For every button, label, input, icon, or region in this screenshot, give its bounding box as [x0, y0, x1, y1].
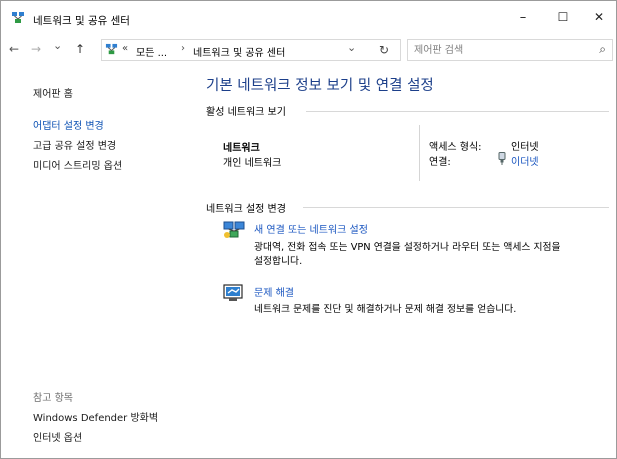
address-network-icon	[105, 43, 118, 56]
page-title: 기본 네트워크 정보 보기 및 연결 설정	[206, 78, 434, 94]
minimize-icon: –	[519, 9, 527, 25]
media-streaming-options-link[interactable]: 미디어 스트리밍 옵션	[33, 157, 122, 172]
windows-defender-firewall-link[interactable]: Windows Defender 방화벽	[33, 409, 158, 424]
maximize-button[interactable]: ☐	[545, 1, 581, 33]
see-also-heading: 참고 항목	[33, 393, 73, 404]
ethernet-connection-link[interactable]: 이더넷	[511, 153, 539, 168]
search-input[interactable]	[414, 42, 584, 58]
close-button[interactable]: ✕	[581, 1, 616, 33]
network-name: 네트워크	[223, 143, 260, 154]
active-networks-heading: 활성 네트워크 보기	[206, 107, 286, 118]
active-networks-divider	[306, 111, 609, 112]
close-icon: ✕	[593, 10, 605, 24]
connections-label: 연결:	[429, 157, 451, 168]
minimize-button[interactable]: –	[505, 1, 541, 33]
change-settings-heading: 네트워크 설정 변경	[206, 204, 286, 215]
network-type: 개인 네트워크	[223, 158, 282, 169]
setup-new-connection-link[interactable]: 새 연결 또는 네트워크 설정	[254, 221, 368, 236]
recent-locations-chevron-icon[interactable]: ⌄	[53, 39, 62, 52]
breadcrumb-overflow-icon[interactable]: «	[122, 43, 128, 54]
internet-options-link[interactable]: 인터넷 옵션	[33, 429, 82, 444]
back-arrow-icon[interactable]: ←	[9, 42, 19, 56]
change-adapter-settings-link[interactable]: 어댑터 설정 변경	[33, 117, 104, 132]
left-pane: 제어판 홈 어댑터 설정 변경 고급 공유 설정 변경 미디어 스트리밍 옵션 …	[1, 65, 191, 458]
network-info-separator	[419, 125, 420, 181]
breadcrumb-current[interactable]: 네트워크 및 공유 센터	[193, 44, 285, 59]
refresh-icon[interactable]: ↻	[379, 43, 389, 57]
troubleshoot-icon	[223, 284, 243, 302]
up-arrow-icon[interactable]: ↑	[75, 42, 85, 56]
search-icon[interactable]: ⌕	[599, 42, 606, 57]
breadcrumb-all-items[interactable]: 모든 ...	[136, 44, 167, 59]
access-type-value: 인터넷	[511, 142, 539, 153]
window: 네트워크 및 공유 센터 – ☐ ✕ ← → ⌄ ↑ « 모든 ... › 네트…	[0, 0, 617, 459]
troubleshoot-description: 네트워크 문제를 진단 및 해결하거나 문제 해결 정보를 얻습니다.	[254, 304, 517, 315]
setup-new-connection-description-line2: 설정합니다.	[254, 256, 303, 267]
change-settings-divider	[303, 207, 609, 208]
breadcrumb-separator-icon: ›	[181, 43, 185, 54]
setup-new-connection-description-line1: 광대역, 전화 접속 또는 VPN 연결을 설정하거나 라우터 또는 액세스 지…	[254, 242, 561, 253]
title-bar: 네트워크 및 공유 센터 – ☐ ✕	[1, 1, 616, 37]
address-dropdown-icon[interactable]: ⌄	[347, 41, 356, 54]
search-box[interactable]: ⌕	[407, 39, 613, 61]
ethernet-icon	[497, 152, 507, 165]
window-title: 네트워크 및 공유 센터	[33, 15, 130, 27]
network-center-icon	[11, 11, 25, 25]
forward-arrow-icon[interactable]: →	[31, 42, 41, 56]
advanced-sharing-settings-link[interactable]: 고급 공유 설정 변경	[33, 137, 116, 152]
access-type-label: 액세스 형식:	[429, 142, 482, 153]
troubleshoot-link[interactable]: 문제 해결	[254, 284, 294, 299]
maximize-icon: ☐	[557, 10, 569, 24]
control-panel-home-link[interactable]: 제어판 홈	[33, 85, 73, 100]
new-connection-icon	[223, 219, 245, 239]
